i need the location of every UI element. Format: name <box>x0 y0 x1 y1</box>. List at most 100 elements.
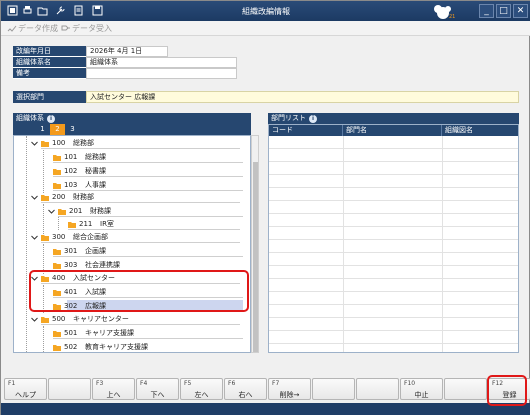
col-code[interactable]: コード <box>269 125 343 136</box>
table-row[interactable] <box>269 136 518 149</box>
system-name-field[interactable]: 組織体系 <box>86 57 237 68</box>
folder-icon <box>68 222 76 228</box>
folder-icon <box>53 345 61 351</box>
tree-guide-line <box>43 326 44 352</box>
toolbar: データ作成 データ受入 <box>1 21 530 36</box>
import-data-button[interactable]: データ受入 <box>61 23 112 34</box>
fkey-blank[interactable] <box>444 378 487 400</box>
node-underline <box>53 190 243 191</box>
table-row[interactable] <box>269 201 518 214</box>
table-row[interactable] <box>269 227 518 240</box>
fkey-number: F5 <box>184 380 192 387</box>
chevron-down-icon[interactable] <box>30 315 39 324</box>
remarks-field[interactable] <box>86 68 237 79</box>
node-underline <box>53 256 243 257</box>
fkey-label: 左へ <box>194 391 209 399</box>
col-dept-name[interactable]: 部門名 <box>343 125 442 136</box>
table-row[interactable] <box>269 149 518 162</box>
create-data-button[interactable]: データ作成 <box>7 23 58 34</box>
table-row[interactable] <box>269 162 518 175</box>
node-underline <box>53 162 243 163</box>
table-row[interactable] <box>269 240 518 253</box>
fkey-f7[interactable]: F7 削除→ <box>268 378 311 400</box>
tab-level-2[interactable]: 2 <box>50 124 65 135</box>
table-row[interactable] <box>269 253 518 266</box>
fkey-f1[interactable]: F1 ヘルプ <box>4 378 47 400</box>
fkey-label: 中止 <box>414 391 429 399</box>
table-row[interactable] <box>269 188 518 201</box>
app-window: 組織改編情報 21 _ □ ✕ データ作成 データ受入 改編年月日 2026年 … <box>0 0 530 415</box>
svg-text:21: 21 <box>449 14 455 20</box>
tree-node-leaf[interactable]: 501 キャリア支援課 <box>47 328 243 339</box>
folder-icon <box>41 317 49 323</box>
node-underline <box>58 216 243 217</box>
tree-panel-title: 組織体系 <box>16 114 44 122</box>
fkey-blank[interactable] <box>356 378 399 400</box>
table-row[interactable] <box>269 214 518 227</box>
folder-icon <box>58 209 66 215</box>
tree-node-group[interactable]: 300 総合企画部 <box>30 232 240 243</box>
info-icon[interactable]: i <box>47 115 55 123</box>
org-tree: 100 総務部 101 総務課 102 秘書課 103 人事課 200 財務部 201 財務課 211 I… <box>13 135 251 353</box>
level-tabs: 1 2 3 <box>13 124 251 135</box>
folder-icon <box>41 141 49 147</box>
fkey-f10[interactable]: F10 中止 <box>400 378 443 400</box>
col-chart-name[interactable]: 組織図名 <box>442 125 518 136</box>
minimize-button[interactable]: _ <box>479 4 494 18</box>
tab-level-1[interactable]: 1 <box>35 124 50 135</box>
tree-guide-line <box>26 136 27 352</box>
node-underline <box>41 202 240 203</box>
node-underline <box>41 324 240 325</box>
tree-guide-line <box>58 216 59 230</box>
table-row[interactable] <box>269 318 518 331</box>
fkey-f4[interactable]: F4 下へ <box>136 378 179 400</box>
tree-node-group[interactable]: 100 総務部 <box>30 138 240 149</box>
tree-node-leaf[interactable]: 102 秘書課 <box>47 166 243 177</box>
tree-scrollbar[interactable] <box>251 135 259 353</box>
tree-node-leaf[interactable]: 101 総務課 <box>47 152 243 163</box>
maximize-button[interactable]: □ <box>496 4 511 18</box>
table-row[interactable] <box>269 266 518 279</box>
table-row[interactable] <box>269 331 518 344</box>
fkey-label: 右へ <box>238 391 253 399</box>
table-row[interactable] <box>269 279 518 292</box>
folder-icon <box>53 263 61 269</box>
tree-node-group[interactable]: 201 財務課 <box>47 206 243 217</box>
folder-icon <box>53 331 61 337</box>
tree-node-leaf[interactable]: 211 IR室 <box>62 219 240 230</box>
fkey-f5[interactable]: F5 左へ <box>180 378 223 400</box>
scrollbar-thumb[interactable] <box>253 162 258 352</box>
info-icon[interactable]: i <box>309 115 317 123</box>
tree-node-group[interactable]: 200 財務部 <box>30 192 240 203</box>
chevron-down-icon[interactable] <box>30 139 39 148</box>
tree-node-leaf[interactable]: 103 人事課 <box>47 180 243 191</box>
table-row[interactable] <box>269 292 518 305</box>
tree-node-leaf[interactable]: 502 教育キャリア支援課 <box>47 342 243 352</box>
remarks-label: 備考 <box>13 68 86 79</box>
tab-level-3[interactable]: 3 <box>65 124 80 135</box>
fkey-label: 削除→ <box>279 391 300 399</box>
selected-dept-label: 選択部門 <box>13 91 86 103</box>
folder-icon <box>53 169 61 175</box>
folder-icon <box>53 155 61 161</box>
fkey-number: F7 <box>272 380 280 387</box>
tree-node-leaf[interactable]: 301 企画課 <box>47 246 243 257</box>
fkey-blank[interactable] <box>312 378 355 400</box>
date-field[interactable]: 2026年 4月 1日 <box>86 46 168 57</box>
table-row[interactable] <box>269 305 518 318</box>
fkey-f3[interactable]: F3 上へ <box>92 378 135 400</box>
fkey-f6[interactable]: F6 右へ <box>224 378 267 400</box>
list-panel-header: 部門リスト i <box>268 113 519 124</box>
close-button[interactable]: ✕ <box>513 4 528 18</box>
node-underline <box>68 229 240 230</box>
table-row[interactable] <box>269 175 518 188</box>
grid-header: コード 部門名 組織図名 <box>269 125 518 136</box>
fkey-label: 下へ <box>150 391 165 399</box>
chevron-down-icon[interactable] <box>47 207 56 216</box>
dept-list-grid: コード 部門名 組織図名 <box>268 124 519 353</box>
fkey-blank[interactable] <box>48 378 91 400</box>
chevron-down-icon[interactable] <box>30 193 39 202</box>
folder-icon <box>53 249 61 255</box>
chevron-down-icon[interactable] <box>30 233 39 242</box>
tree-node-group[interactable]: 500 キャリアセンター <box>30 314 240 325</box>
